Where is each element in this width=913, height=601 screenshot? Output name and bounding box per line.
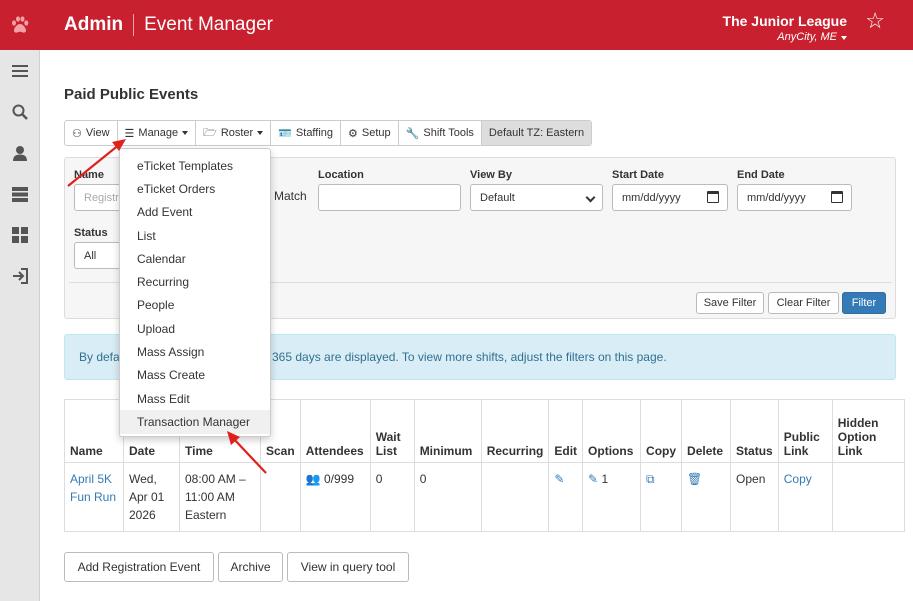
status-select[interactable]: All	[74, 242, 124, 269]
menu-item-mass-assign[interactable]: Mass Assign	[120, 340, 270, 363]
location-label: Location	[318, 169, 364, 181]
folder-open-icon: 🗁	[203, 126, 217, 139]
save-filter-button[interactable]: Save Filter	[696, 292, 764, 314]
hidden-option-link	[831, 462, 905, 532]
search-icon[interactable]	[0, 97, 40, 127]
menu-item-people[interactable]: People	[120, 294, 270, 317]
info-text-start: By defa	[79, 350, 120, 364]
col-delete: Delete	[681, 399, 732, 463]
col-recurring: Recurring	[480, 399, 550, 463]
org-name: The Junior League	[722, 13, 847, 29]
users-icon: 👥	[305, 472, 321, 486]
clear-filter-button[interactable]: Clear Filter	[768, 292, 839, 314]
filter-button[interactable]: Filter	[842, 292, 886, 314]
menu-item-transaction-manager[interactable]: Transaction Manager	[120, 410, 270, 434]
roster-button[interactable]: 🗁 Roster	[196, 121, 272, 145]
event-minimum: 0	[413, 462, 482, 532]
wrench-icon: 🔧	[405, 127, 420, 140]
user-icon[interactable]	[0, 138, 40, 168]
sidebar	[0, 50, 40, 601]
public-link-copy[interactable]: Copy	[784, 472, 812, 486]
menu-item-eticket-orders[interactable]: eTicket Orders	[120, 177, 270, 200]
event-wait-list: 0	[369, 462, 415, 532]
section-title: Event Manager	[144, 14, 273, 35]
menu-item-recurring[interactable]: Recurring	[120, 270, 270, 293]
col-attendees: Attendees	[299, 399, 371, 463]
table-row: April 5K Fun Run Wed, Apr 01 2026 08:00 …	[64, 462, 905, 532]
event-toolbar: ⚇ View ☰ Manage 🗁 Roster 🪪 Staffing ⚙ Setup 🔧…	[64, 120, 593, 146]
viewby-select[interactable]: Default	[470, 184, 603, 211]
app-title: Admin Event Manager	[64, 14, 273, 36]
user-outline-icon: ⚇	[72, 127, 82, 140]
copy-icon[interactable]: ⧉	[646, 472, 655, 486]
page-title: Paid Public Events	[64, 86, 199, 103]
event-scan	[260, 462, 301, 532]
menu-item-list[interactable]: List	[120, 224, 270, 247]
timezone-label: Default TZ: Eastern	[481, 121, 592, 145]
event-name-link[interactable]: April 5K Fun Run	[70, 472, 116, 504]
gear-icon: ⚙	[348, 127, 358, 140]
list-icon: ☰	[124, 127, 135, 140]
star-icon[interactable]: ☆	[865, 10, 885, 32]
menu-item-eticket-templates[interactable]: eTicket Templates	[120, 154, 270, 177]
col-wait-list: Wait List	[369, 399, 415, 463]
id-card-icon: 🪪	[278, 127, 292, 140]
view-in-query-tool-button[interactable]: View in query tool	[287, 552, 409, 582]
info-text-end: 365 days are displayed. To view more shi…	[272, 350, 667, 364]
event-recurring	[480, 462, 550, 532]
menu-icon[interactable]	[0, 56, 40, 86]
staffing-button[interactable]: 🪪 Staffing	[271, 121, 342, 145]
end-date-label: End Date	[737, 169, 785, 181]
col-public-link: Public Link	[777, 399, 833, 463]
viewby-label: View By	[470, 169, 512, 181]
col-hidden-option-link: Hidden Option Link	[831, 399, 905, 463]
paw-logo-icon[interactable]	[0, 0, 40, 50]
status-label: Status	[74, 227, 108, 239]
event-status: Open	[730, 462, 779, 532]
col-name: Name	[64, 399, 124, 463]
manage-button[interactable]: ☰ Manage	[118, 121, 197, 145]
attendees-cell[interactable]: 👥 0/999	[299, 462, 371, 532]
col-status: Status	[730, 399, 779, 463]
trash-icon[interactable]: 🗑	[687, 472, 702, 486]
org-city[interactable]: AnyCity, ME	[723, 31, 847, 43]
name-label: Name	[74, 169, 104, 181]
menu-item-upload[interactable]: Upload	[120, 317, 270, 340]
end-date-input[interactable]: mm/dd/yyyy	[737, 184, 852, 211]
dashboard-icon[interactable]	[0, 220, 40, 250]
options-edit-icon[interactable]: ✎	[588, 472, 598, 486]
calendar-icon[interactable]	[707, 191, 719, 203]
location-input[interactable]	[318, 184, 461, 211]
menu-item-mass-create[interactable]: Mass Create	[120, 364, 270, 387]
manage-dropdown-menu: eTicket Templates eTicket Orders Add Eve…	[119, 148, 271, 437]
event-date: Wed, Apr 01 2026	[123, 462, 180, 532]
admin-label[interactable]: Admin	[64, 14, 123, 36]
add-registration-event-button[interactable]: Add Registration Event	[64, 552, 214, 582]
start-date-label: Start Date	[612, 169, 664, 181]
menu-item-add-event[interactable]: Add Event	[120, 201, 270, 224]
menu-item-calendar[interactable]: Calendar	[120, 247, 270, 270]
org-switcher[interactable]: The Junior League AnyCity, ME	[723, 13, 847, 43]
start-date-input[interactable]: mm/dd/yyyy	[612, 184, 728, 211]
match-label: Match	[274, 189, 307, 203]
event-time: 08:00 AM – 11:00 AM Eastern	[179, 462, 261, 532]
shift-tools-button[interactable]: 🔧 Shift Tools	[399, 121, 482, 145]
sign-in-icon[interactable]	[0, 261, 40, 291]
edit-icon[interactable]: ✎	[554, 472, 564, 486]
calendar-icon[interactable]	[831, 191, 843, 203]
archive-button[interactable]: Archive	[218, 552, 283, 582]
view-button[interactable]: ⚇ View	[65, 121, 118, 145]
col-copy: Copy	[640, 399, 683, 463]
top-bar: Admin Event Manager The Junior League An…	[0, 0, 913, 50]
server-icon[interactable]	[0, 179, 40, 209]
name-input[interactable]: Registra	[74, 184, 125, 211]
setup-button[interactable]: ⚙ Setup	[341, 121, 399, 145]
menu-item-mass-edit[interactable]: Mass Edit	[120, 387, 270, 410]
options-count: 1	[601, 472, 609, 486]
col-edit: Edit	[548, 399, 584, 463]
col-options: Options	[582, 399, 642, 463]
col-minimum: Minimum	[413, 399, 482, 463]
